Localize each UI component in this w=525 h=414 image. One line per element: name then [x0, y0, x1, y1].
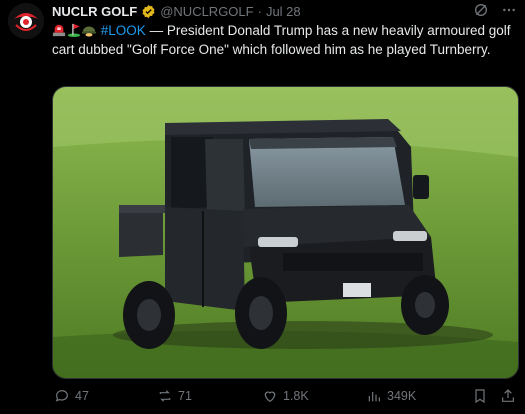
nuclr-logo	[8, 3, 44, 39]
siren-emoji-icon	[52, 24, 66, 37]
hashtag-link[interactable]: #LOOK	[101, 23, 146, 38]
repost-button[interactable]: 71	[157, 388, 192, 404]
more-icon[interactable]	[501, 2, 517, 18]
reply-icon	[55, 390, 68, 402]
tweet-top-actions	[473, 2, 517, 18]
repost-icon	[159, 390, 171, 402]
tweet-text: #LOOK — President Donald Trump has a new…	[52, 21, 512, 59]
like-count: 1.8K	[283, 389, 309, 403]
share-button[interactable]	[500, 388, 516, 404]
bookmark-button[interactable]	[472, 388, 488, 404]
tweet-card[interactable]: NUCLR GOLF @NUCLRGOLF · Jul 28 #LOOK — P…	[0, 0, 525, 414]
reply-count: 47	[75, 389, 89, 403]
verified-badge-icon	[142, 4, 155, 18]
author-name[interactable]: NUCLR GOLF	[52, 4, 137, 19]
meta-separator: ·	[257, 3, 262, 19]
like-icon	[264, 391, 276, 403]
tweet-actions-bar: 47 71 1.8K 349K	[52, 388, 522, 408]
tweet-header: NUCLR GOLF @NUCLRGOLF · Jul 28	[52, 2, 301, 20]
like-button[interactable]: 1.8K	[262, 388, 309, 404]
bookmark-icon	[475, 389, 485, 404]
military-helmet-emoji-icon	[82, 26, 96, 37]
views-button[interactable]: 349K	[366, 388, 416, 404]
grok-icon[interactable]	[473, 2, 489, 18]
views-icon	[368, 392, 380, 402]
repost-count: 71	[178, 389, 192, 403]
avatar[interactable]	[8, 3, 44, 39]
author-handle[interactable]: @NUCLRGOLF	[160, 4, 253, 19]
view-count: 349K	[387, 389, 417, 403]
share-icon	[502, 389, 514, 402]
tweet-media-photo[interactable]	[52, 86, 519, 379]
reply-button[interactable]: 47	[54, 388, 89, 404]
golf-flag-emoji-icon	[67, 23, 81, 37]
golf-cart-photo	[53, 87, 518, 378]
tweet-date[interactable]: Jul 28	[266, 4, 301, 19]
